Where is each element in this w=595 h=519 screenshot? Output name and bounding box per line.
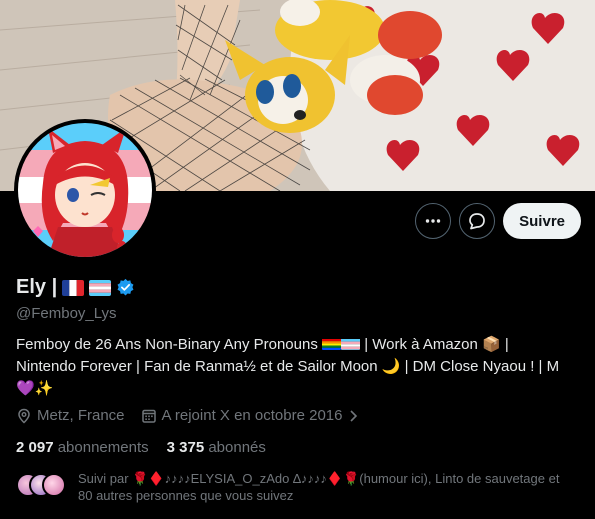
followers-you-know[interactable]: Suivi par 🌹♦️♪♪♪♪ELYSIA_O_zAdo ∆♪♪♪♪♦️🌹(… <box>16 470 578 504</box>
location-text: Metz, France <box>37 407 125 424</box>
bio-text-2: Nintendo Forever | Fan de Ranma½ et de S… <box>16 358 560 375</box>
location: Metz, France <box>16 407 125 424</box>
followed-by-line-2: 80 autres personnes que vous suivez <box>78 488 294 503</box>
profile-avatar[interactable] <box>14 119 156 261</box>
transgender-flag-icon <box>341 337 361 350</box>
more-dots-icon <box>425 219 441 223</box>
mutual-avatar <box>42 473 66 497</box>
chevron-right-icon <box>349 409 357 422</box>
bio-text-1: Femboy de 26 Ans Non-Binary Any Pronouns <box>16 336 318 353</box>
display-name: Ely | <box>16 276 58 298</box>
followed-by-line-1: Suivi par 🌹♦️♪♪♪♪ELYSIA_O_zAdo ∆♪♪♪♪♦️🌹(… <box>78 471 560 486</box>
join-date[interactable]: A rejoint X en octobre 2016 <box>141 407 358 424</box>
france-flag-icon <box>62 279 85 296</box>
following-count: 2 097 <box>16 439 54 456</box>
transgender-flag-icon <box>89 279 112 296</box>
message-button[interactable] <box>459 203 496 239</box>
avatar-image <box>18 123 152 257</box>
following-link[interactable]: 2 097 abonnements <box>16 439 149 456</box>
rainbow-flag-icon <box>322 337 342 350</box>
following-label: abonnements <box>57 439 149 456</box>
verified-badge-icon[interactable] <box>116 278 135 297</box>
follow-button[interactable]: Suivre <box>503 203 581 239</box>
bio-text-3: 💜✨ <box>16 380 54 397</box>
mutual-avatars <box>16 473 68 499</box>
followers-link[interactable]: 3 375 abonnés <box>167 439 266 456</box>
followers-label: abonnés <box>208 439 266 456</box>
location-pin-icon <box>18 408 30 424</box>
message-bubble-icon <box>469 213 485 230</box>
followers-count: 3 375 <box>166 439 205 456</box>
user-handle: @Femboy_Lys <box>16 305 117 322</box>
calendar-icon <box>141 409 156 423</box>
more-options-button[interactable] <box>415 203 452 239</box>
profile-bio: Femboy de 26 Ans Non-Binary Any Pronouns… <box>16 334 576 400</box>
bio-text-1b: | Work à Amazon 📦 | <box>364 336 509 353</box>
join-date-text: A rejoint X en octobre 2016 <box>161 407 343 424</box>
